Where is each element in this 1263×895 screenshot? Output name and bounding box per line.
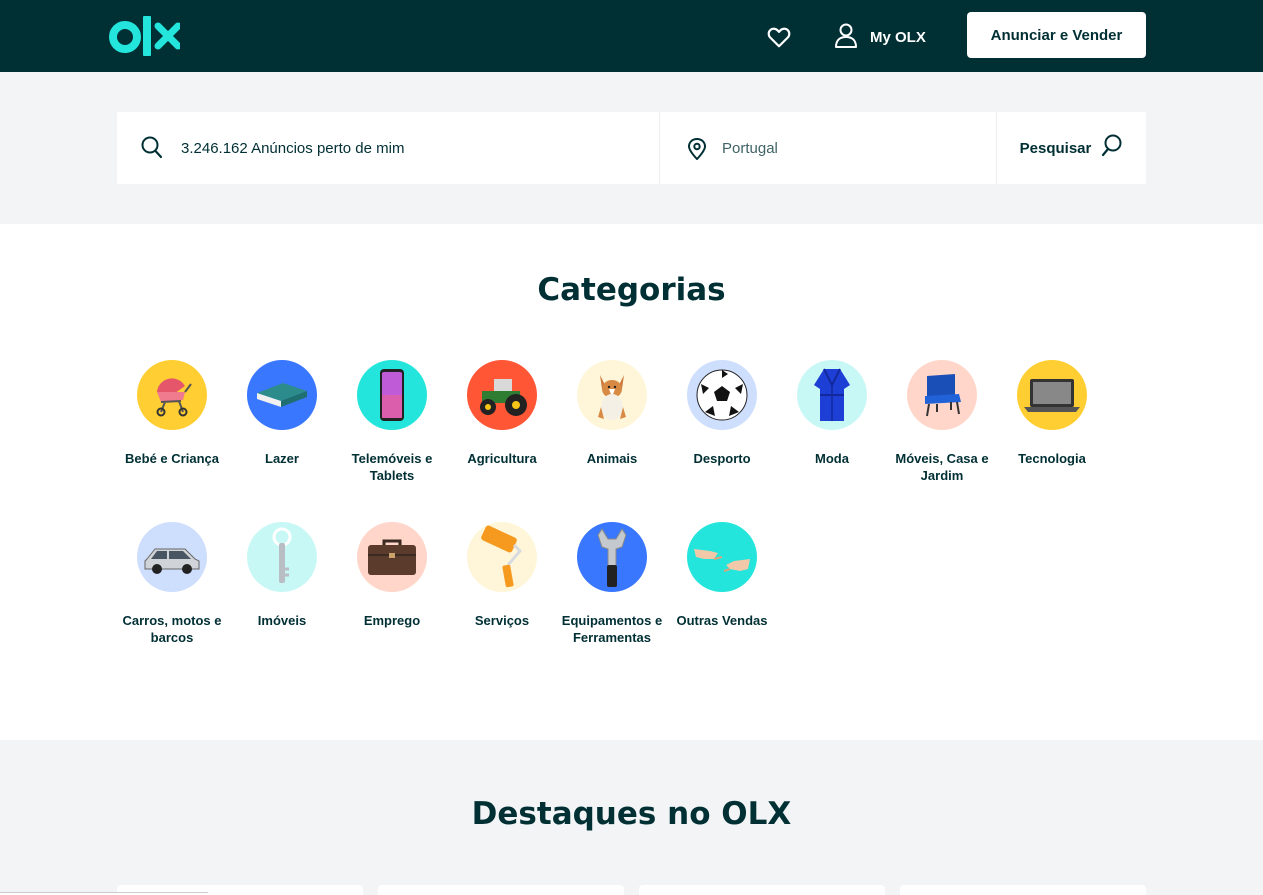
category-sports[interactable]: Desporto — [667, 360, 777, 467]
tractor-icon — [467, 360, 537, 430]
category-agriculture[interactable]: Agricultura — [447, 360, 557, 467]
search-bar: 3.246.162 Anúncios perto de mim Portugal… — [117, 112, 1146, 184]
highlight-card[interactable] — [639, 885, 885, 895]
search-section: 3.246.162 Anúncios perto de mim Portugal… — [0, 72, 1263, 224]
robe-icon — [797, 360, 867, 430]
armchair-icon — [907, 360, 977, 430]
category-label: Imóveis — [257, 613, 307, 628]
my-olx-label: My OLX — [870, 28, 926, 46]
olx-logo[interactable] — [108, 16, 182, 56]
search-icon — [1101, 134, 1123, 162]
paint-roller-icon — [467, 522, 537, 592]
highlight-card[interactable] — [378, 885, 624, 895]
category-label: Emprego — [363, 613, 421, 628]
category-services[interactable]: Serviços — [447, 522, 557, 629]
category-label: Animais — [586, 451, 638, 466]
wrench-icon — [577, 522, 647, 592]
book-icon — [247, 360, 317, 430]
category-technology[interactable]: Tecnologia — [997, 360, 1107, 467]
category-label: Moda — [815, 451, 849, 466]
category-equipment[interactable]: Equipamentos e Ferramentas — [557, 522, 667, 646]
category-phones[interactable]: Telemóveis e Tablets — [337, 360, 447, 484]
dog-icon — [577, 360, 647, 430]
car-icon — [137, 522, 207, 592]
search-input[interactable]: 3.246.162 Anúncios perto de mim — [181, 112, 651, 184]
category-label: Carros, motos e barcos — [122, 613, 222, 645]
laptop-icon — [1017, 360, 1087, 430]
briefcase-icon — [357, 522, 427, 592]
category-label: Desporto — [693, 451, 751, 466]
category-real-estate[interactable]: Imóveis — [227, 522, 337, 629]
category-label: Móveis, Casa e Jardim — [895, 451, 989, 483]
category-label: Tecnologia — [1018, 451, 1086, 466]
search-icon — [141, 136, 163, 160]
search-button[interactable]: Pesquisar — [997, 112, 1146, 184]
categories-title: Categorias — [537, 272, 726, 308]
highlights-title: Destaques no OLX — [471, 796, 792, 832]
categories-section: Categorias Bebé e Criança Lazer Telemóve… — [0, 224, 1263, 740]
category-label: Outras Vendas — [676, 613, 768, 628]
handshake-icon — [687, 522, 757, 592]
category-label: Bebé e Criança — [125, 451, 219, 466]
heart-icon[interactable] — [766, 24, 792, 50]
location-pin-icon — [687, 137, 707, 161]
my-olx-link[interactable]: My OLX — [834, 22, 926, 52]
smartphone-icon — [357, 360, 427, 430]
category-label: Telemóveis e Tablets — [351, 451, 433, 483]
baby-carriage-icon — [137, 360, 207, 430]
divider — [659, 112, 660, 184]
category-label: Equipamentos e Ferramentas — [561, 613, 663, 645]
user-icon — [834, 22, 858, 52]
category-furniture[interactable]: Móveis, Casa e Jardim — [887, 360, 997, 484]
category-label: Lazer — [265, 451, 299, 466]
category-leisure[interactable]: Lazer — [227, 360, 337, 467]
category-animals[interactable]: Animais — [557, 360, 667, 467]
category-label: Serviços — [474, 613, 530, 628]
location-input[interactable]: Portugal — [722, 112, 982, 184]
category-other[interactable]: Outras Vendas — [667, 522, 777, 629]
search-button-label: Pesquisar — [1019, 139, 1092, 157]
soccer-ball-icon — [687, 360, 757, 430]
category-baby[interactable]: Bebé e Criança — [117, 360, 227, 467]
category-jobs[interactable]: Emprego — [337, 522, 447, 629]
highlight-card[interactable] — [900, 885, 1146, 895]
category-vehicles[interactable]: Carros, motos e barcos — [117, 522, 227, 646]
category-label: Agricultura — [467, 451, 537, 466]
highlights-section: Destaques no OLX — [0, 740, 1263, 895]
top-navbar: My OLX Anunciar e Vender — [0, 0, 1263, 72]
sell-button[interactable]: Anunciar e Vender — [967, 12, 1146, 58]
key-icon — [247, 522, 317, 592]
category-fashion[interactable]: Moda — [777, 360, 887, 467]
